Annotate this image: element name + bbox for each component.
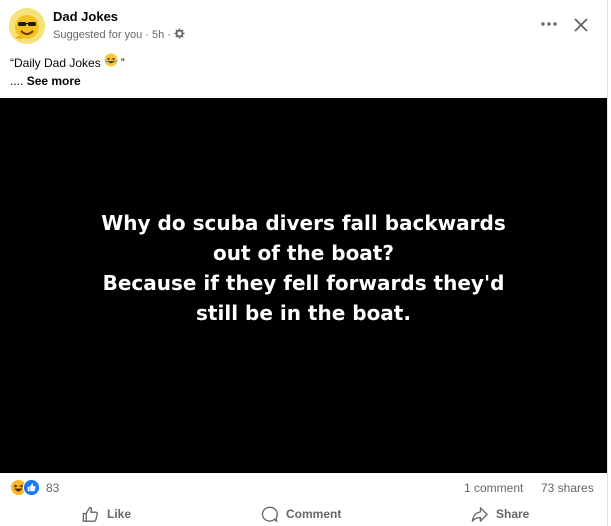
comments-count[interactable]: 1 comment [464, 481, 523, 495]
post-image[interactable]: Why do scuba divers fall backwards out o… [0, 98, 607, 473]
like-reaction-icon [23, 479, 40, 501]
joke-line: Why do scuba divers fall backwards [101, 211, 506, 235]
avatar-emoji-icon [9, 8, 45, 44]
caption-text: “Daily Dad Jokes [10, 55, 101, 70]
close-button[interactable] [568, 12, 594, 38]
settings-gear-icon[interactable] [174, 28, 185, 42]
see-more-link[interactable]: See more [27, 74, 81, 88]
more-dots-icon [541, 22, 557, 26]
more-options-button[interactable] [535, 12, 563, 36]
post-card: Dad Jokes Suggested for you · 5h · “Dail… [0, 0, 608, 526]
post-header: Dad Jokes Suggested for you · 5h · [0, 0, 607, 50]
comment-label: Comment [286, 507, 342, 521]
caption-close-quote: ” [120, 55, 125, 70]
page-avatar[interactable] [9, 8, 45, 44]
share-icon [471, 506, 488, 522]
post-time[interactable]: 5h [152, 29, 164, 41]
comment-icon [261, 506, 278, 522]
close-icon [574, 18, 588, 32]
share-button[interactable]: Share [470, 502, 529, 526]
meta-separator: · [145, 29, 149, 41]
like-icon [82, 506, 98, 522]
joke-line: out of the boat? [213, 241, 394, 265]
joke-line: still be in the boat. [196, 301, 411, 325]
post-actions: Like Comment Share [0, 500, 607, 526]
see-more-line: .... See more [10, 72, 125, 90]
laughing-face-emoji-icon [104, 53, 118, 72]
comment-button[interactable]: Comment [260, 502, 341, 526]
post-stats: 83 1 comment 73 shares [0, 476, 607, 498]
like-label: Like [107, 507, 132, 521]
meta-separator: · [167, 29, 171, 41]
caption-line: “Daily Dad Jokes ” [10, 53, 125, 72]
post-meta: Suggested for you · 5h · [53, 28, 185, 42]
joke-line: Because if they fell forwards they'd [102, 271, 505, 295]
reaction-count[interactable]: 83 [46, 481, 59, 495]
post-caption: “Daily Dad Jokes ” .... See more [10, 53, 125, 90]
page-name[interactable]: Dad Jokes [53, 9, 118, 24]
ellipsis-text: .... [10, 74, 24, 88]
like-button[interactable]: Like [81, 502, 131, 526]
share-label: Share [496, 507, 530, 521]
reaction-icons[interactable] [10, 479, 40, 501]
joke-text: Why do scuba divers fall backwards out o… [0, 208, 607, 328]
suggested-label: Suggested for you [53, 29, 143, 41]
shares-count[interactable]: 73 shares [541, 481, 594, 495]
